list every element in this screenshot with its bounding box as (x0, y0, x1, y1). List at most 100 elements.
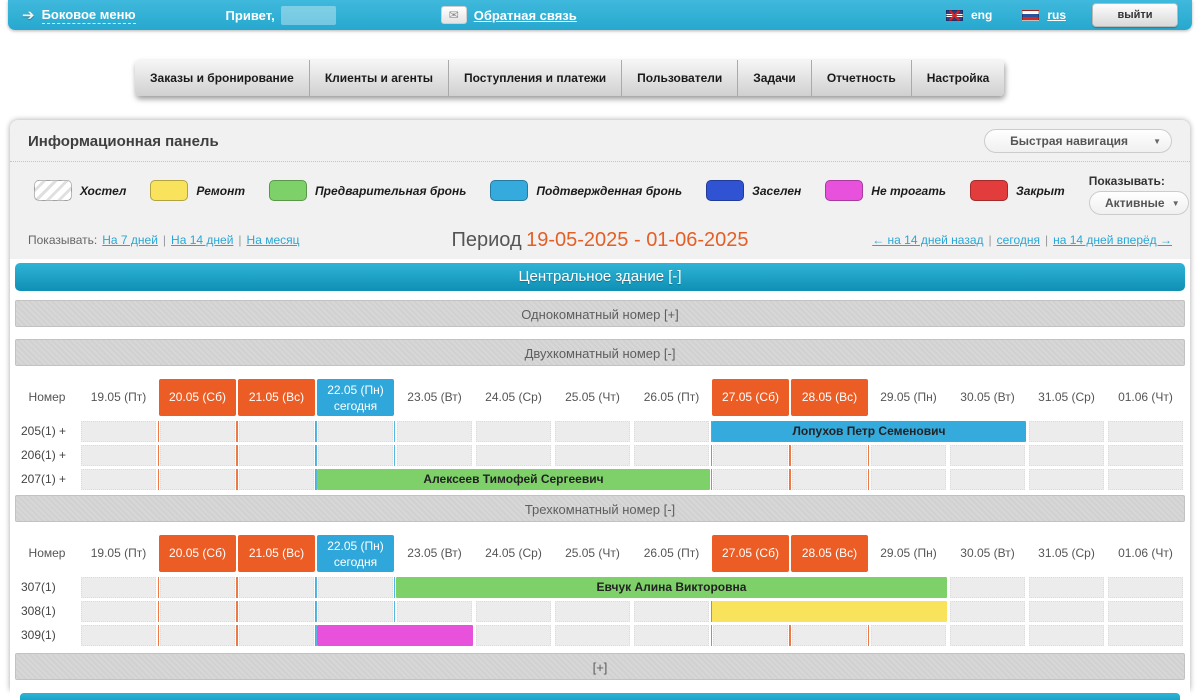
grid-cell[interactable] (79, 625, 158, 646)
grid-cell[interactable] (1027, 601, 1106, 622)
nav-forward-link[interactable]: на 14 дней вперёд → (1053, 233, 1172, 247)
lang-eng-link[interactable]: eng (971, 8, 992, 22)
grid-cell[interactable] (79, 421, 158, 442)
grid-cell[interactable] (632, 601, 711, 622)
grid-cell[interactable] (948, 625, 1027, 646)
section-bar-three-room[interactable]: Трехкомнатный номер [-] (15, 495, 1185, 522)
grid-cell[interactable] (1106, 421, 1185, 442)
lang-rus-link[interactable]: rus (1047, 8, 1066, 22)
grid-cell[interactable] (79, 445, 158, 466)
grid-cell[interactable] (474, 445, 553, 466)
grid-cell[interactable] (1106, 577, 1185, 598)
section-bar-expand[interactable]: [+] (15, 653, 1185, 680)
grid-cell[interactable] (948, 577, 1027, 598)
section-bar-two-room[interactable]: Двухкомнатный номер [-] (15, 339, 1185, 366)
grid-cell[interactable] (1106, 469, 1185, 490)
grid-cell[interactable] (948, 445, 1027, 466)
room-label[interactable]: 206(1) + (15, 445, 79, 466)
grid-cell[interactable] (1106, 601, 1185, 622)
grid-cell[interactable] (237, 421, 316, 442)
grid-cell[interactable] (869, 469, 948, 490)
uk-flag-icon[interactable] (946, 10, 963, 21)
grid-cell[interactable] (316, 577, 395, 598)
grid-cell[interactable] (316, 421, 395, 442)
room-label[interactable]: 308(1) (15, 601, 79, 622)
grid-cell[interactable] (1027, 625, 1106, 646)
grid-cell[interactable] (237, 625, 316, 646)
grid-cell[interactable] (790, 625, 869, 646)
nav-tab[interactable]: Заказы и бронирование (135, 60, 310, 96)
side-menu-link[interactable]: Боковое меню (42, 7, 136, 24)
grid-cell[interactable] (711, 445, 790, 466)
booking-bar[interactable] (712, 601, 947, 622)
grid-cell[interactable] (632, 421, 711, 442)
next-building-bar-partial[interactable] (20, 693, 1180, 700)
grid-cell[interactable] (237, 577, 316, 598)
grid-cell[interactable] (158, 577, 237, 598)
grid-cell[interactable] (316, 445, 395, 466)
grid-cell[interactable] (711, 469, 790, 490)
range-link[interactable]: На 14 дней (171, 233, 233, 247)
grid-cell[interactable] (237, 445, 316, 466)
grid-cell[interactable] (79, 577, 158, 598)
grid-cell[interactable] (553, 445, 632, 466)
grid-cell[interactable] (790, 469, 869, 490)
grid-cell[interactable] (632, 445, 711, 466)
room-label[interactable]: 309(1) (15, 625, 79, 646)
range-link[interactable]: На 7 дней (102, 233, 158, 247)
grid-cell[interactable] (395, 421, 474, 442)
grid-cell[interactable] (1027, 469, 1106, 490)
grid-cell[interactable] (1027, 421, 1106, 442)
grid-cell[interactable] (158, 469, 237, 490)
grid-cell[interactable] (553, 625, 632, 646)
grid-cell[interactable] (474, 601, 553, 622)
envelope-icon[interactable]: ✉ (441, 6, 467, 24)
building-bar[interactable]: Центральное здание [-] (15, 263, 1185, 291)
grid-cell[interactable] (1027, 577, 1106, 598)
nav-tab[interactable]: Настройка (912, 60, 1005, 96)
room-label[interactable]: 207(1) + (15, 469, 79, 490)
nav-tab[interactable]: Клиенты и агенты (310, 60, 449, 96)
grid-cell[interactable] (237, 469, 316, 490)
today-link[interactable]: сегодня (997, 233, 1040, 247)
grid-cell[interactable] (869, 625, 948, 646)
grid-cell[interactable] (632, 625, 711, 646)
grid-cell[interactable] (79, 469, 158, 490)
room-label[interactable]: 205(1) + (15, 421, 79, 442)
quick-nav-select[interactable]: Быстрая навигация ▼ (984, 129, 1172, 153)
grid-cell[interactable] (948, 469, 1027, 490)
grid-cell[interactable] (395, 601, 474, 622)
grid-cell[interactable] (79, 601, 158, 622)
grid-cell[interactable] (790, 445, 869, 466)
grid-cell[interactable] (158, 421, 237, 442)
ru-flag-icon[interactable] (1022, 10, 1039, 21)
range-link[interactable]: На месяц (247, 233, 300, 247)
grid-cell[interactable] (395, 445, 474, 466)
grid-cell[interactable] (1106, 625, 1185, 646)
grid-cell[interactable] (1027, 445, 1106, 466)
grid-cell[interactable] (474, 421, 553, 442)
grid-cell[interactable] (948, 601, 1027, 622)
grid-cell[interactable] (316, 601, 395, 622)
booking-bar[interactable]: Евчук Алина Викторовна (396, 577, 947, 598)
grid-cell[interactable] (553, 601, 632, 622)
booking-bar[interactable]: Лопухов Петр Семенович (712, 421, 1026, 442)
nav-tab[interactable]: Отчетность (812, 60, 912, 96)
nav-tab[interactable]: Поступления и платежи (449, 60, 622, 96)
room-label[interactable]: 307(1) (15, 577, 79, 598)
logout-button[interactable]: выйти (1092, 3, 1178, 27)
grid-cell[interactable] (158, 445, 237, 466)
grid-cell[interactable] (158, 601, 237, 622)
nav-tab[interactable]: Задачи (738, 60, 812, 96)
grid-cell[interactable] (474, 625, 553, 646)
show-filter-select[interactable]: Активные ▼ (1089, 191, 1189, 215)
grid-cell[interactable] (237, 601, 316, 622)
grid-cell[interactable] (553, 421, 632, 442)
grid-cell[interactable] (869, 445, 948, 466)
feedback-link[interactable]: Обратная связь (474, 8, 577, 23)
section-bar-one-room[interactable]: Однокомнатный номер [+] (15, 300, 1185, 327)
grid-cell[interactable] (711, 625, 790, 646)
booking-bar[interactable] (317, 625, 473, 646)
booking-bar[interactable]: Алексеев Тимофей Сергеевич (317, 469, 710, 490)
nav-tab[interactable]: Пользователи (622, 60, 738, 96)
